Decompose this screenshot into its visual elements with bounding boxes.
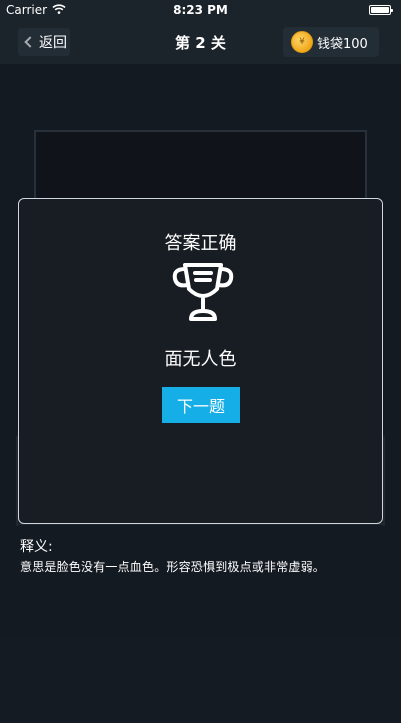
explanation: 释义: 意思是脸色没有一点血色。形容恐惧到极点或非常虚弱。: [20, 536, 390, 575]
status-bar: Carrier 8:23 PM: [0, 0, 401, 20]
battery-level: [371, 7, 389, 13]
coin-icon: ¥: [291, 31, 313, 53]
explanation-title: 释义:: [20, 539, 53, 555]
result-dialog: 答案正确 面无人色 下一题: [18, 198, 383, 524]
status-time: 8:23 PM: [173, 3, 228, 17]
trophy-icon: [171, 259, 235, 325]
next-question-button[interactable]: 下一题: [162, 387, 240, 423]
explanation-body: 意思是脸色没有一点血色。形容恐惧到极点或非常虚弱。: [20, 560, 326, 574]
battery-icon: [369, 5, 393, 15]
dialog-title: 答案正确: [164, 233, 237, 254]
wallet-button[interactable]: ¥ 钱袋100: [283, 27, 379, 57]
nav-bar: 返回 第 2 关 ¥ 钱袋100: [0, 20, 401, 64]
answer-idiom: 面无人色: [164, 349, 237, 370]
wallet-label: 钱袋100: [317, 36, 368, 52]
